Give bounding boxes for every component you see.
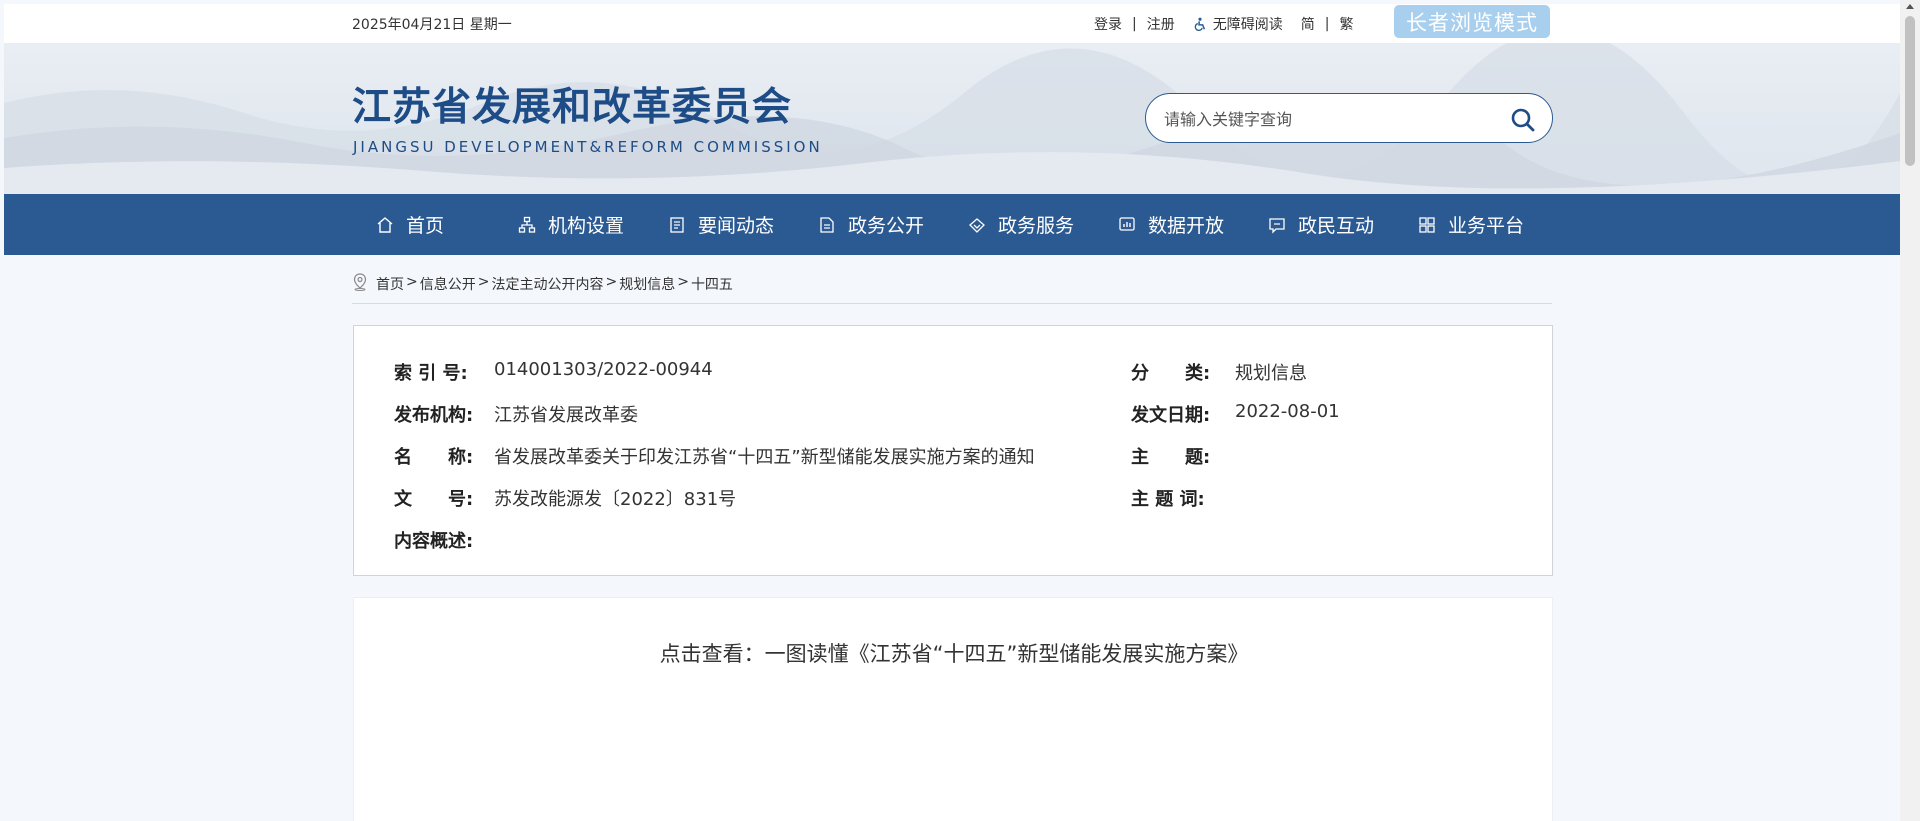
nav-item-gov-services[interactable]: 政务服务 bbox=[966, 194, 1116, 255]
publisher-value: 江苏省发展改革委 bbox=[494, 405, 638, 426]
document-icon bbox=[816, 214, 838, 236]
elder-mode-button[interactable]: 长者浏览模式 bbox=[1394, 5, 1550, 38]
current-date: 2025年04月21日 星期一 bbox=[352, 17, 512, 33]
nav-item-interaction[interactable]: 政民互动 bbox=[1266, 194, 1416, 255]
org-chart-icon bbox=[516, 214, 538, 236]
divider: | bbox=[1324, 16, 1330, 32]
breadcrumb-home[interactable]: 首页 bbox=[376, 274, 404, 294]
breadcrumb: 首页 > 信息公开 > 法定主动公开内容 > 规划信息 > 十四五 bbox=[352, 273, 1552, 304]
breadcrumb-planning-info[interactable]: 规划信息 bbox=[619, 274, 675, 294]
breadcrumb-separator: > bbox=[406, 274, 418, 290]
location-icon bbox=[352, 273, 368, 291]
nav-label: 政民互动 bbox=[1298, 215, 1375, 237]
top-bar: 2025年04月21日 星期一 登录 | 注册 无障碍阅读 简 | 繁 长者浏览… bbox=[4, 4, 1900, 43]
publisher-label: 发布机构: bbox=[394, 405, 474, 426]
nav-label: 政务公开 bbox=[848, 215, 925, 237]
simplified-chinese-link[interactable]: 简 bbox=[1301, 14, 1315, 34]
traditional-chinese-link[interactable]: 繁 bbox=[1339, 14, 1353, 34]
home-icon bbox=[374, 214, 396, 236]
index-number-label: 索 引 号: bbox=[394, 363, 468, 384]
nav-label: 数据开放 bbox=[1148, 215, 1225, 237]
index-number-value: 014001303/2022-00944 bbox=[494, 359, 713, 380]
breadcrumb-14th-five-year[interactable]: 十四五 bbox=[691, 274, 733, 294]
site-subtitle: JIANGSU DEVELOPMENT&REFORM COMMISSION bbox=[353, 138, 823, 156]
summary-label: 内容概述: bbox=[394, 531, 474, 552]
nav-item-open-data[interactable]: 数据开放 bbox=[1116, 194, 1266, 255]
top-links: 登录 | 注册 无障碍阅读 简 | 繁 bbox=[1094, 14, 1353, 34]
page: 2025年04月21日 星期一 登录 | 注册 无障碍阅读 简 | 繁 长者浏览… bbox=[4, 4, 1900, 821]
mountain-background bbox=[4, 43, 1900, 194]
nav-item-news[interactable]: 要闻动态 bbox=[666, 194, 816, 255]
nav-label: 机构设置 bbox=[548, 215, 625, 237]
data-icon bbox=[1116, 214, 1138, 236]
subject-label: 主 题: bbox=[1131, 447, 1211, 468]
breadcrumb-statutory-content[interactable]: 法定主动公开内容 bbox=[491, 274, 603, 294]
category-label: 分 类: bbox=[1131, 363, 1211, 384]
search-icon[interactable] bbox=[1510, 107, 1536, 133]
news-icon bbox=[666, 214, 688, 236]
breadcrumb-separator: > bbox=[605, 274, 618, 290]
login-link[interactable]: 登录 bbox=[1094, 14, 1122, 34]
document-number-value: 苏发改能源发〔2022〕831号 bbox=[494, 489, 737, 510]
breadcrumb-info-disclosure[interactable]: 信息公开 bbox=[420, 274, 476, 294]
service-icon bbox=[966, 214, 988, 236]
issue-date-label: 发文日期: bbox=[1131, 405, 1211, 426]
category-value: 规划信息 bbox=[1235, 363, 1307, 384]
document-name-value: 省发展改革委关于印发江苏省“十四五”新型储能发展实施方案的通知 bbox=[494, 447, 1035, 468]
article-content: 点击查看：一图读懂《江苏省“十四五”新型储能发展实施方案》 bbox=[353, 597, 1553, 821]
accessibility-icon[interactable] bbox=[1193, 17, 1207, 31]
nav-item-platform[interactable]: 业务平台 bbox=[1416, 194, 1546, 255]
divider: | bbox=[1132, 16, 1137, 32]
scroll-up-arrow-icon[interactable] bbox=[1906, 4, 1914, 9]
register-link[interactable]: 注册 bbox=[1147, 14, 1175, 34]
nav-label: 要闻动态 bbox=[698, 215, 775, 237]
document-name-label: 名 称: bbox=[394, 447, 474, 468]
main-nav: 首页 机构设置 要闻动态 政务公开 政务服务 数据开放 政民互动 业务平台 bbox=[4, 194, 1900, 255]
grid-icon bbox=[1416, 214, 1438, 236]
site-header: 江苏省发展和改革委员会 JIANGSU DEVELOPMENT&REFORM C… bbox=[4, 43, 1900, 194]
accessible-reading-link[interactable]: 无障碍阅读 bbox=[1213, 14, 1283, 34]
infographic-link[interactable]: 点击查看：一图读懂《江苏省“十四五”新型储能发展实施方案》 bbox=[354, 638, 1554, 668]
document-number-label: 文 号: bbox=[394, 489, 474, 510]
nav-item-home[interactable]: 首页 bbox=[374, 194, 516, 255]
nav-label: 政务服务 bbox=[998, 215, 1075, 237]
nav-item-gov-affairs[interactable]: 政务公开 bbox=[816, 194, 966, 255]
chat-icon bbox=[1266, 214, 1288, 236]
keywords-label: 主 题 词: bbox=[1131, 489, 1205, 510]
search-box bbox=[1145, 93, 1553, 143]
document-info-box: 索 引 号: 014001303/2022-00944 分 类: 规划信息 发布… bbox=[353, 325, 1553, 576]
search-input[interactable] bbox=[1164, 107, 1484, 131]
nav-label: 首页 bbox=[406, 215, 445, 237]
breadcrumb-separator: > bbox=[677, 274, 689, 290]
site-title[interactable]: 江苏省发展和改革委员会 bbox=[352, 76, 792, 132]
nav-label: 业务平台 bbox=[1448, 215, 1525, 237]
scrollbar-thumb[interactable] bbox=[1905, 16, 1915, 166]
scrollbar[interactable] bbox=[1900, 0, 1920, 821]
issue-date-value: 2022-08-01 bbox=[1235, 401, 1340, 422]
nav-item-organization[interactable]: 机构设置 bbox=[516, 194, 666, 255]
breadcrumb-separator: > bbox=[477, 274, 490, 290]
